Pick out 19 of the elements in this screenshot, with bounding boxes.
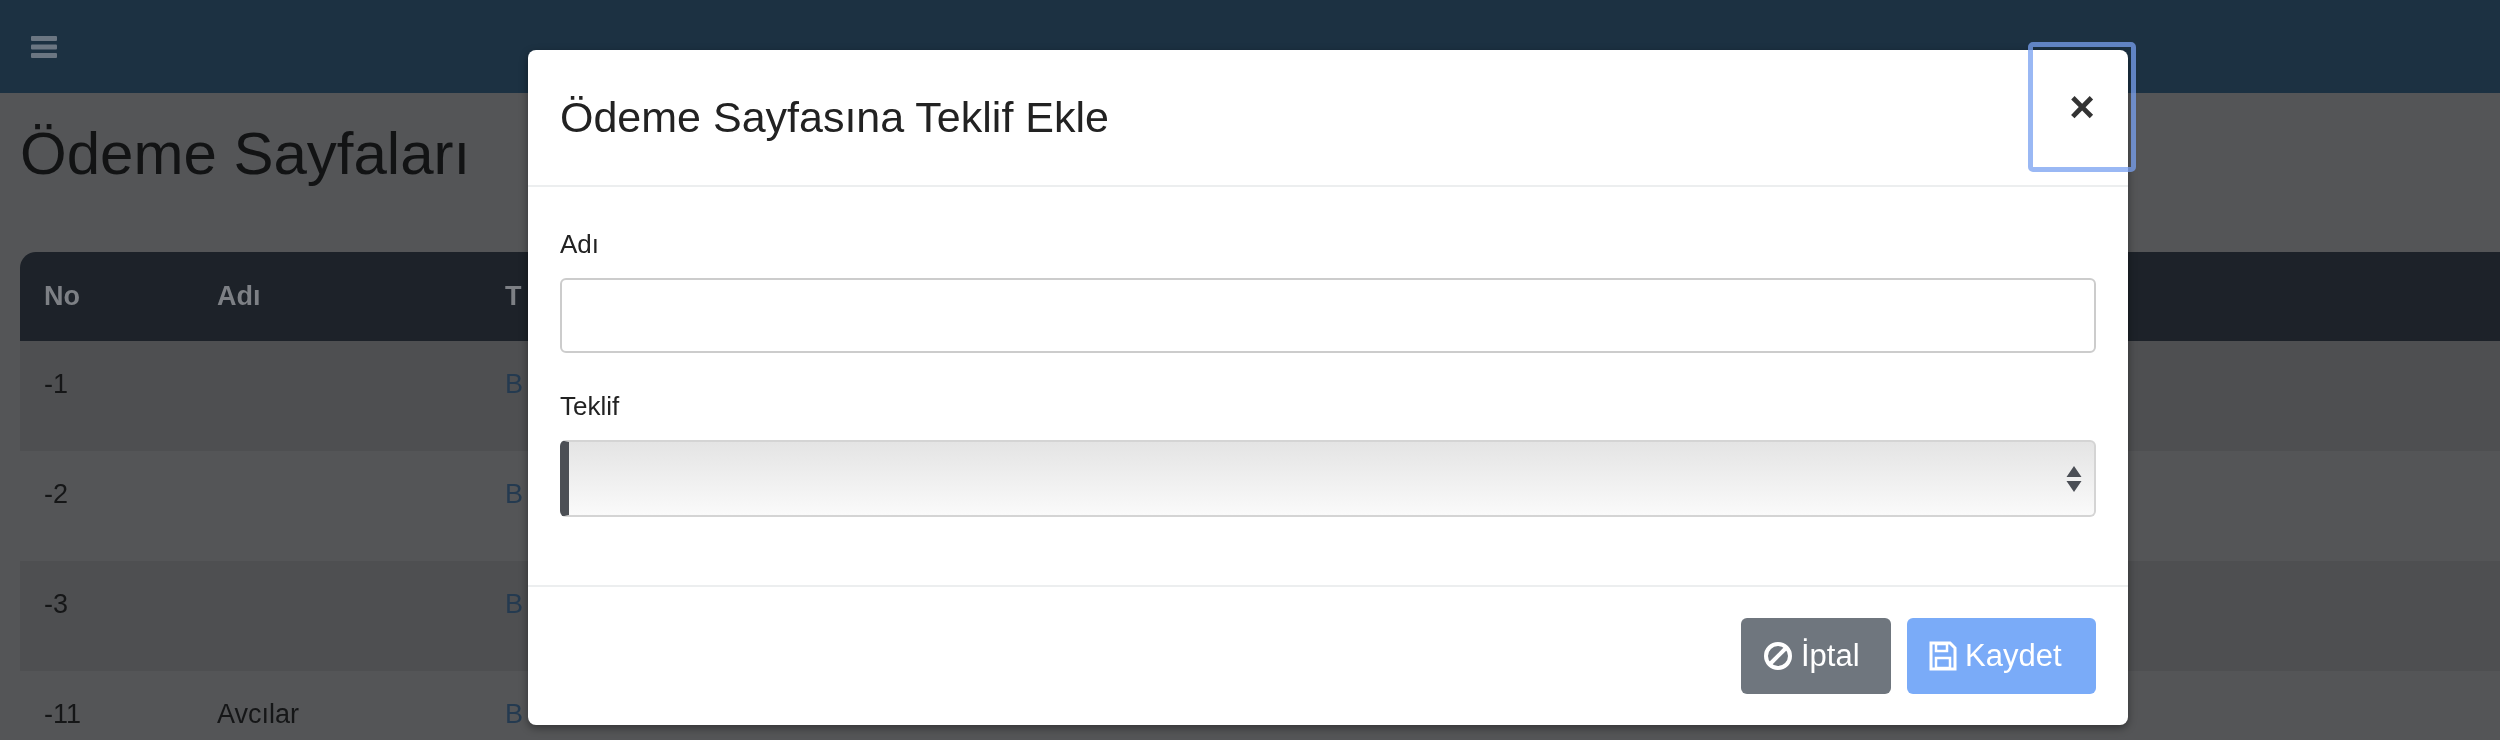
field-label: Teklif [560, 391, 620, 422]
column-header: Adı [217, 281, 261, 312]
select-field[interactable] [560, 440, 2096, 517]
table-cell: -11 [44, 699, 82, 730]
table-cell: Avcılar [217, 699, 300, 730]
table-cell: -1 [44, 369, 68, 400]
field-label: Adı [560, 229, 600, 260]
table-cell: -2 [44, 479, 68, 510]
menu-icon[interactable] [31, 35, 57, 58]
column-header: T [505, 281, 522, 312]
input-field[interactable] [560, 278, 2096, 353]
modal-title: Ödeme Sayfasına Teklif Ekle [560, 93, 1109, 142]
column-header: No [44, 281, 80, 312]
table-cell: -3 [44, 589, 68, 620]
updown-icon [2066, 465, 2082, 492]
ban-icon [1763, 641, 1793, 671]
close-button[interactable]: × [2028, 41, 2136, 172]
cancel-button[interactable]: İptal [1741, 618, 1891, 694]
page-title: Ödeme Sayfaları [20, 119, 471, 188]
